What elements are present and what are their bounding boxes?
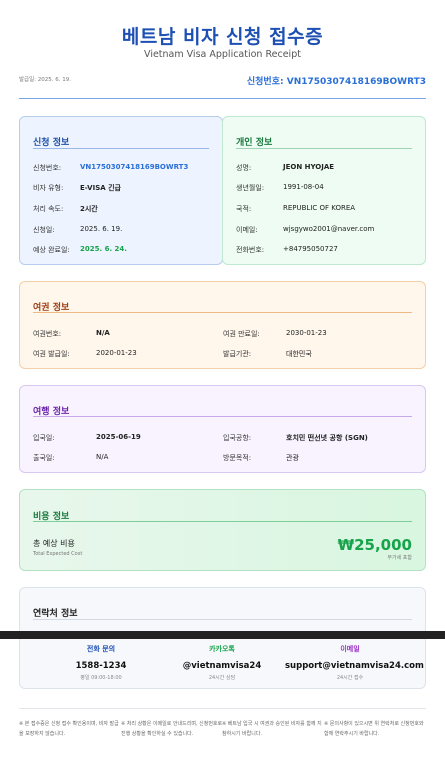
section-title: 개인 정보 xyxy=(236,138,273,148)
issue-date: 발급일: 2025. 6. 19. xyxy=(19,77,72,83)
row-label: 생년월일: xyxy=(236,184,265,192)
section-divider xyxy=(33,312,412,313)
cost-info-card: 비용 정보 총 예상 비용 Total Expected Cost ₩25,00… xyxy=(19,489,426,571)
row-label: 신청번호: xyxy=(33,164,62,172)
row-label: 전화번호: xyxy=(236,246,265,254)
row-value: 2025-06-19 xyxy=(96,433,141,441)
contact-phone: 전화 문의 1588-1234 평일 09:00-18:00 xyxy=(36,644,166,681)
row-label: 발급기관: xyxy=(223,350,252,358)
header-divider xyxy=(19,98,426,99)
footer-note: ※ 본 접수증은 신청 접수 확인용이며, 비자 발급을 보장하지 않습니다. xyxy=(19,721,119,737)
personal-info-card: 개인 정보 성명: JEON HYOJAE 생년월일: 1991-08-04 국… xyxy=(222,116,426,265)
footer-note: ※ 처리 상황은 이메일로 안내드리며, 신청번호로 진행 상황을 확인하실 수… xyxy=(121,721,223,737)
row-value: +84795050727 xyxy=(283,245,338,253)
vat-note: 부가세 포함 xyxy=(387,555,412,561)
row-value: 2030-01-23 xyxy=(286,329,327,337)
title-english: Vietnam Visa Application Receipt xyxy=(144,49,301,60)
section-divider xyxy=(33,148,209,149)
row-value: N/A xyxy=(96,453,109,461)
row-value: 대한민국 xyxy=(286,350,312,358)
row-label: 예상 완료일: xyxy=(33,246,70,254)
contact-email: 이메일 support@vietnamvisa24.com 24시간 접수 xyxy=(285,644,424,681)
row-label: 입국공항: xyxy=(223,434,252,442)
section-title: 신청 정보 xyxy=(33,138,70,148)
row-value: 2020-01-23 xyxy=(96,349,137,357)
row-value: VN1750307418169BOWRT3 xyxy=(80,163,189,171)
section-divider xyxy=(33,416,412,417)
contact-heading: 이메일 xyxy=(340,645,360,653)
row-label: 성명: xyxy=(236,164,252,172)
total-cost-sublabel: Total Expected Cost xyxy=(33,551,83,557)
section-title: 연락처 정보 xyxy=(33,609,78,619)
contact-heading: 카카오톡 xyxy=(209,645,235,653)
contact-note: 24시간 접수 xyxy=(336,675,364,681)
contact-heading: 전화 문의 xyxy=(86,645,116,653)
row-value: 관광 xyxy=(286,454,299,462)
row-label: 신청일: xyxy=(33,226,55,234)
application-number: 신청번호: VN1750307418169BOWRT3 xyxy=(246,77,426,87)
travel-info-card: 여행 정보 입국일: 2025-06-19 입국공항: 호치민 떤선녓 공항 (… xyxy=(19,385,426,473)
row-value: 2025. 6. 19. xyxy=(80,225,123,233)
contact-value[interactable]: support@vietnamvisa24.com xyxy=(285,661,424,671)
footer-note: ※ 문의사항이 있으시면 위 연락처로 신청번호와 함께 연락주시기 바랍니다. xyxy=(324,721,424,737)
row-label: 출국일: xyxy=(33,454,55,462)
row-value: REPUBLIC OF KOREA xyxy=(283,204,356,212)
total-cost-amount: ₩25,000 xyxy=(337,536,412,554)
row-value: 1991-08-04 xyxy=(283,183,324,191)
row-label: 여권 만료일: xyxy=(223,330,260,338)
row-value: JEON HYOJAE xyxy=(283,163,335,171)
contact-value[interactable]: 1588-1234 xyxy=(36,661,166,671)
row-value: N/A xyxy=(96,329,110,337)
contact-note: 평일 09:00-18:00 xyxy=(80,675,122,681)
row-label: 비자 유형: xyxy=(33,184,64,192)
footer-divider xyxy=(19,708,426,709)
contact-kakao: 카카오톡 @vietnamvisa24 24시간 상담 xyxy=(157,644,287,681)
total-cost-label: 총 예상 비용 xyxy=(33,539,75,548)
title-korean: 베트남 비자 신청 접수증 xyxy=(121,26,324,48)
row-label: 이메일: xyxy=(236,226,258,234)
footer-note: ※ 베트남 입국 시 여권과 승인된 비자를 함께 지참하시기 바랍니다. xyxy=(222,721,322,737)
row-label: 여권번호: xyxy=(33,330,62,338)
row-label: 처리 속도: xyxy=(33,205,64,213)
row-value: wjsgywo2001@naver.com xyxy=(283,225,375,233)
section-divider xyxy=(33,521,412,522)
row-value: 호치민 떤선녓 공항 (SGN) xyxy=(286,434,368,442)
section-divider xyxy=(33,619,412,620)
application-info-card: 신청 정보 신청번호: VN1750307418169BOWRT3 비자 유형:… xyxy=(19,116,223,265)
row-label: 입국일: xyxy=(33,434,55,442)
row-label: 방문목적: xyxy=(223,454,252,462)
section-divider xyxy=(236,148,412,149)
row-value: 2025. 6. 24. xyxy=(80,245,127,253)
row-label: 여권 발급일: xyxy=(33,350,70,358)
row-value: 2시간 xyxy=(80,205,98,213)
row-value: E-VISA 긴급 xyxy=(80,184,121,192)
contact-value[interactable]: @vietnamvisa24 xyxy=(157,661,287,671)
passport-info-card: 여권 정보 여권번호: N/A 여권 만료일: 2030-01-23 여권 발급… xyxy=(19,281,426,369)
contact-note: 24시간 상담 xyxy=(208,675,236,681)
row-label: 국적: xyxy=(236,205,252,213)
overlay-bar xyxy=(0,631,445,639)
